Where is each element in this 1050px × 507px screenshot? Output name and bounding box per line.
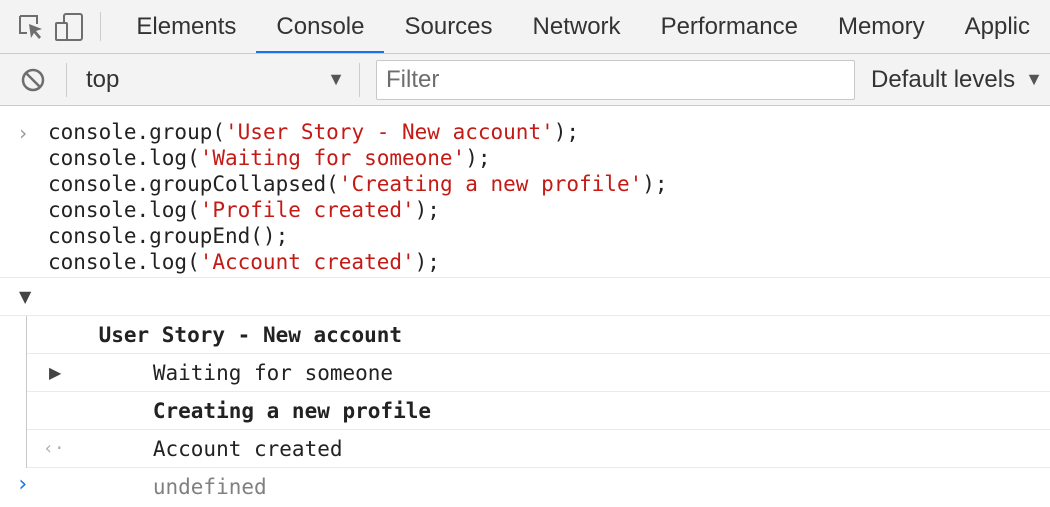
group-header-user-story[interactable]: ▼ User Story - New account — [0, 278, 1050, 347]
prompt-chevron-icon: › — [16, 472, 30, 497]
result-row: ‹· undefined — [27, 430, 1050, 499]
code-line: console.log('Waiting for someone'); — [48, 146, 491, 170]
code-line: console.log('Account created'); — [48, 250, 440, 274]
tab-application[interactable]: Applic — [945, 0, 1050, 53]
console-prompt[interactable]: › — [0, 468, 1050, 507]
toolbar-separator — [359, 62, 360, 97]
filter-input[interactable] — [376, 59, 855, 100]
collapsed-triangle-icon[interactable]: ▶ — [49, 354, 61, 392]
tab-memory[interactable]: Memory — [818, 0, 945, 53]
tab-console[interactable]: Console — [256, 0, 385, 53]
log-message: Waiting for someone — [27, 316, 1050, 385]
context-label: top — [86, 65, 120, 93]
dropdown-caret-icon: ▼ — [1025, 69, 1043, 89]
console-input-entry: › console.group('User Story - New accoun… — [0, 107, 1050, 278]
inspect-element-icon[interactable] — [0, 0, 51, 53]
group-body: Waiting for someone ▶ Creating a new prof… — [26, 316, 1050, 499]
code-line: console.group('User Story - New account'… — [48, 120, 580, 144]
tab-network[interactable]: Network — [513, 0, 641, 53]
dropdown-caret-icon: ▼ — [327, 69, 345, 89]
device-toolbar-icon[interactable] — [51, 0, 90, 53]
input-chevron-icon: › — [17, 121, 30, 145]
log-message: Account created — [27, 392, 1050, 461]
result-arrow-icon: ‹· — [43, 438, 65, 459]
code-line: console.groupCollapsed('Creating a new p… — [48, 172, 668, 196]
tab-sources[interactable]: Sources — [384, 0, 512, 53]
console-output: › console.group('User Story - New accoun… — [0, 107, 1050, 507]
tab-performance[interactable]: Performance — [641, 0, 818, 53]
group-header-creating-profile[interactable]: ▶ Creating a new profile — [27, 354, 1050, 423]
code-line: console.log('Profile created'); — [48, 198, 440, 222]
tab-elements[interactable]: Elements — [116, 0, 256, 53]
log-levels-dropdown[interactable]: Default levels ▼ — [871, 66, 1043, 94]
devtools-tabbar: Elements Console Sources Network Perform… — [0, 0, 1050, 54]
context-selector[interactable]: top ▼ — [67, 54, 359, 105]
clear-console-icon[interactable] — [0, 54, 66, 105]
expanded-triangle-icon[interactable]: ▼ — [19, 278, 31, 316]
levels-label: Default levels — [871, 65, 1016, 93]
code-line: console.groupEnd(); — [48, 224, 289, 248]
tab-separator — [99, 12, 101, 41]
console-toolbar: top ▼ Default levels ▼ — [0, 54, 1050, 106]
